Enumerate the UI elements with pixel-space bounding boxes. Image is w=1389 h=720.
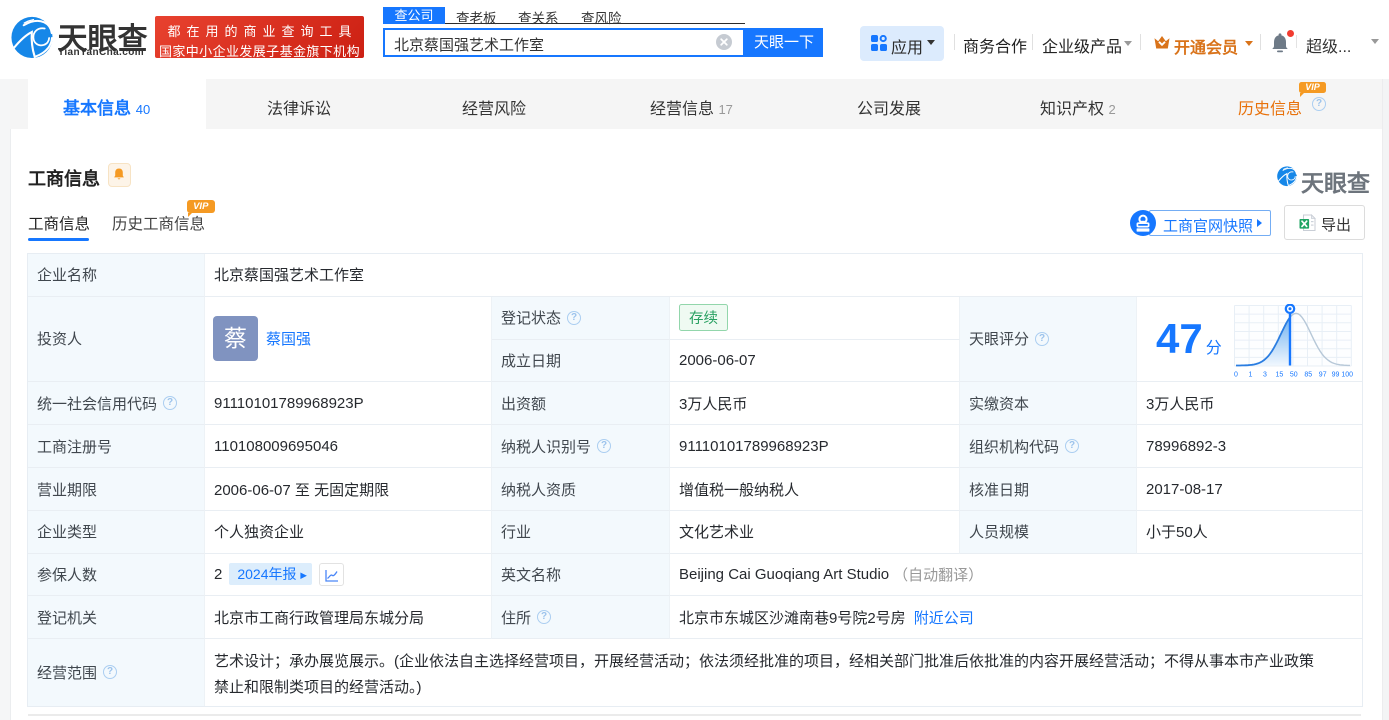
- svg-text:1: 1: [1248, 372, 1252, 379]
- svg-text:0: 0: [1234, 372, 1238, 379]
- svg-text:50: 50: [1290, 372, 1298, 379]
- svg-text:99: 99: [1332, 372, 1340, 379]
- svg-text:85: 85: [1304, 372, 1312, 379]
- svg-text:15: 15: [1275, 372, 1283, 379]
- svg-text:100: 100: [1341, 372, 1353, 379]
- svg-text:3: 3: [1263, 372, 1267, 379]
- svg-text:97: 97: [1319, 372, 1327, 379]
